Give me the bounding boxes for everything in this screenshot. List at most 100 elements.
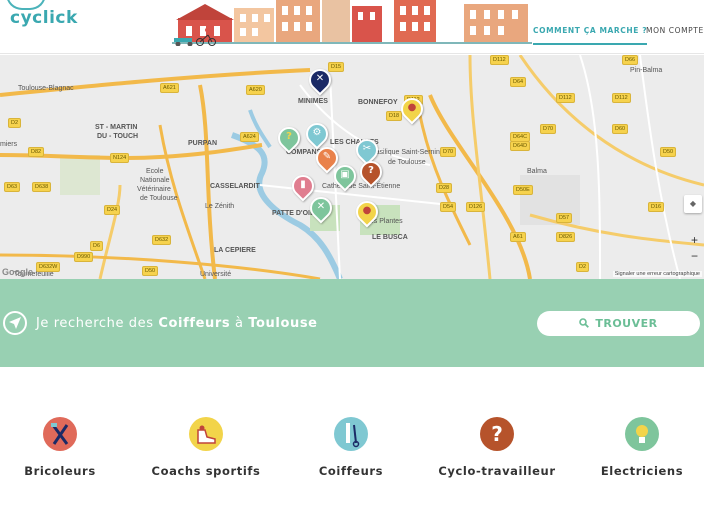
- road-badge: D60: [612, 124, 629, 134]
- category-cyclo-travailleur[interactable]: ? Cyclo-travailleur: [427, 417, 567, 478]
- map-label-nationale: Nationale: [140, 177, 170, 184]
- map-label-pin-balma: Pin-Balma: [630, 67, 663, 74]
- map-label-le-busca: LE BUSCA: [372, 234, 408, 241]
- road-badge: D50: [142, 266, 159, 276]
- search-prefix: Je recherche des: [36, 316, 154, 331]
- map-label-de-toulouse-2: de Toulouse: [388, 159, 426, 166]
- map-label-la-cepiere: LA CEPIERE: [214, 247, 256, 254]
- road-badge: D112: [556, 93, 575, 103]
- road-badge: D6: [90, 241, 104, 251]
- computer-icon: ▣: [340, 169, 350, 180]
- zoom-out-button[interactable]: −: [691, 249, 698, 263]
- sneaker-icon: [189, 417, 223, 451]
- find-button[interactable]: TROUVER: [537, 311, 700, 336]
- map-label-bonnefoy: BONNEFOY: [358, 99, 398, 106]
- nav-how-it-works[interactable]: COMMENT ÇA MARCHE ?: [533, 26, 648, 45]
- road-badge: D24: [104, 205, 121, 215]
- locate-button[interactable]: [3, 311, 27, 335]
- tools-icon: ✕: [315, 73, 325, 84]
- map-label-saint-sernin: Basilique Saint-Sernin: [371, 149, 440, 156]
- road-badge: D632: [152, 235, 172, 245]
- lightbulb-icon: ?: [286, 131, 292, 142]
- map-label-universite: Université: [200, 271, 232, 278]
- search-city[interactable]: Toulouse: [248, 316, 317, 331]
- road-badge: D66: [622, 55, 639, 65]
- map-view[interactable]: Toulouse-Blagnac MINIMES BONNEFOY ST - M…: [0, 55, 704, 279]
- road-badge: A624: [240, 132, 259, 142]
- category-electriciens[interactable]: Electriciens: [572, 417, 704, 478]
- road-badge: D632W: [36, 262, 61, 272]
- map-label-purpan: PURPAN: [188, 140, 218, 147]
- map-label-du-touch: DU - TOUCH: [97, 133, 139, 140]
- road-badge: D112: [490, 55, 509, 65]
- road-badge: D18: [386, 111, 403, 121]
- zoom-in-button[interactable]: +: [691, 233, 698, 247]
- road-badge: D82: [28, 147, 45, 157]
- map-label-balma: Balma: [527, 168, 547, 175]
- comb-scissors-icon: [334, 417, 368, 451]
- road-badge: D16: [648, 202, 665, 212]
- category-label: Bricoleurs: [24, 464, 96, 478]
- map-label-de-toulouse: de Toulouse: [140, 195, 178, 202]
- google-logo: Google: [2, 267, 33, 277]
- map-label-toulouse-blagnac: Toulouse-Blagnac: [18, 85, 74, 92]
- location-arrow-icon: [9, 317, 21, 329]
- search-preposition: à: [234, 316, 244, 331]
- road-badge: D54: [440, 202, 457, 212]
- road-badge: D28: [436, 183, 453, 193]
- question-icon: ?: [368, 165, 374, 176]
- category-coiffeurs[interactable]: Coiffeurs: [281, 417, 421, 478]
- map-label-zenith: Le Zénith: [205, 203, 235, 210]
- road-badge: D126: [466, 202, 486, 212]
- logo[interactable]: cyclick: [10, 8, 78, 28]
- road-badge: D826: [556, 232, 576, 242]
- road-badge: D112: [612, 93, 631, 103]
- svg-text:?: ?: [491, 422, 503, 446]
- bottle-icon: ▮: [300, 179, 306, 190]
- map-label-st-martin: ST - MARTIN: [95, 124, 138, 131]
- lightbulb-icon: [625, 417, 659, 451]
- find-button-label: TROUVER: [595, 317, 658, 330]
- shoe-icon: ●: [407, 102, 417, 113]
- map-report-link[interactable]: Signaler une erreur cartographique: [612, 271, 702, 277]
- road-badge: D2: [8, 118, 22, 128]
- road-badge: D64D: [510, 141, 531, 151]
- map-label-miers: miers: [0, 141, 18, 148]
- city-skyline-illustration: [172, 0, 532, 46]
- shears-icon: ✕: [316, 201, 326, 212]
- search-icon: [579, 311, 590, 336]
- search-category[interactable]: Coiffeurs: [158, 316, 230, 331]
- street-view-icon[interactable]: ◆: [684, 195, 702, 213]
- road-badge: A621: [160, 83, 179, 93]
- road-badge: D50E: [513, 185, 533, 195]
- road-badge: D990: [74, 252, 94, 262]
- road-badge: A61: [510, 232, 526, 242]
- category-bricoleurs[interactable]: Bricoleurs: [0, 417, 130, 478]
- question-icon: ?: [480, 417, 514, 451]
- road-badge: D57: [556, 213, 573, 223]
- road-badge: D70: [540, 124, 557, 134]
- nav-my-account[interactable]: MON COMPTE: [646, 26, 704, 35]
- tools-icon: [43, 417, 77, 451]
- map-label-minimes: MINIMES: [298, 98, 328, 105]
- road-badge: D70: [440, 147, 457, 157]
- category-label: Cyclo-travailleur: [438, 464, 556, 478]
- category-label: Coiffeurs: [318, 464, 384, 478]
- shoe-icon: ●: [362, 205, 372, 216]
- scissors-icon: ✂: [362, 143, 372, 154]
- road-badge: D638: [32, 182, 52, 192]
- road-badge: A620: [246, 85, 265, 95]
- category-label: Coachs sportifs: [151, 464, 261, 478]
- road-badge: D2: [576, 262, 590, 272]
- search-sentence: Je recherche des Coiffeurs à Toulouse: [36, 316, 318, 331]
- map-label-patte-doie: PATTE D'OIE: [272, 210, 315, 217]
- road-badge: D64: [510, 77, 527, 87]
- map-label-casselardit: CASSELARDIT: [210, 183, 260, 190]
- map-label-veterinaire: Vétérinaire: [137, 186, 171, 193]
- category-coachs-sportifs[interactable]: Coachs sportifs: [136, 417, 276, 478]
- category-label: Electriciens: [600, 464, 684, 478]
- map-label-ecole: Ecole: [146, 168, 164, 175]
- road-badge: D63: [4, 182, 21, 192]
- wrench-icon: ⚙: [312, 127, 322, 138]
- road-badge: N124: [110, 153, 130, 163]
